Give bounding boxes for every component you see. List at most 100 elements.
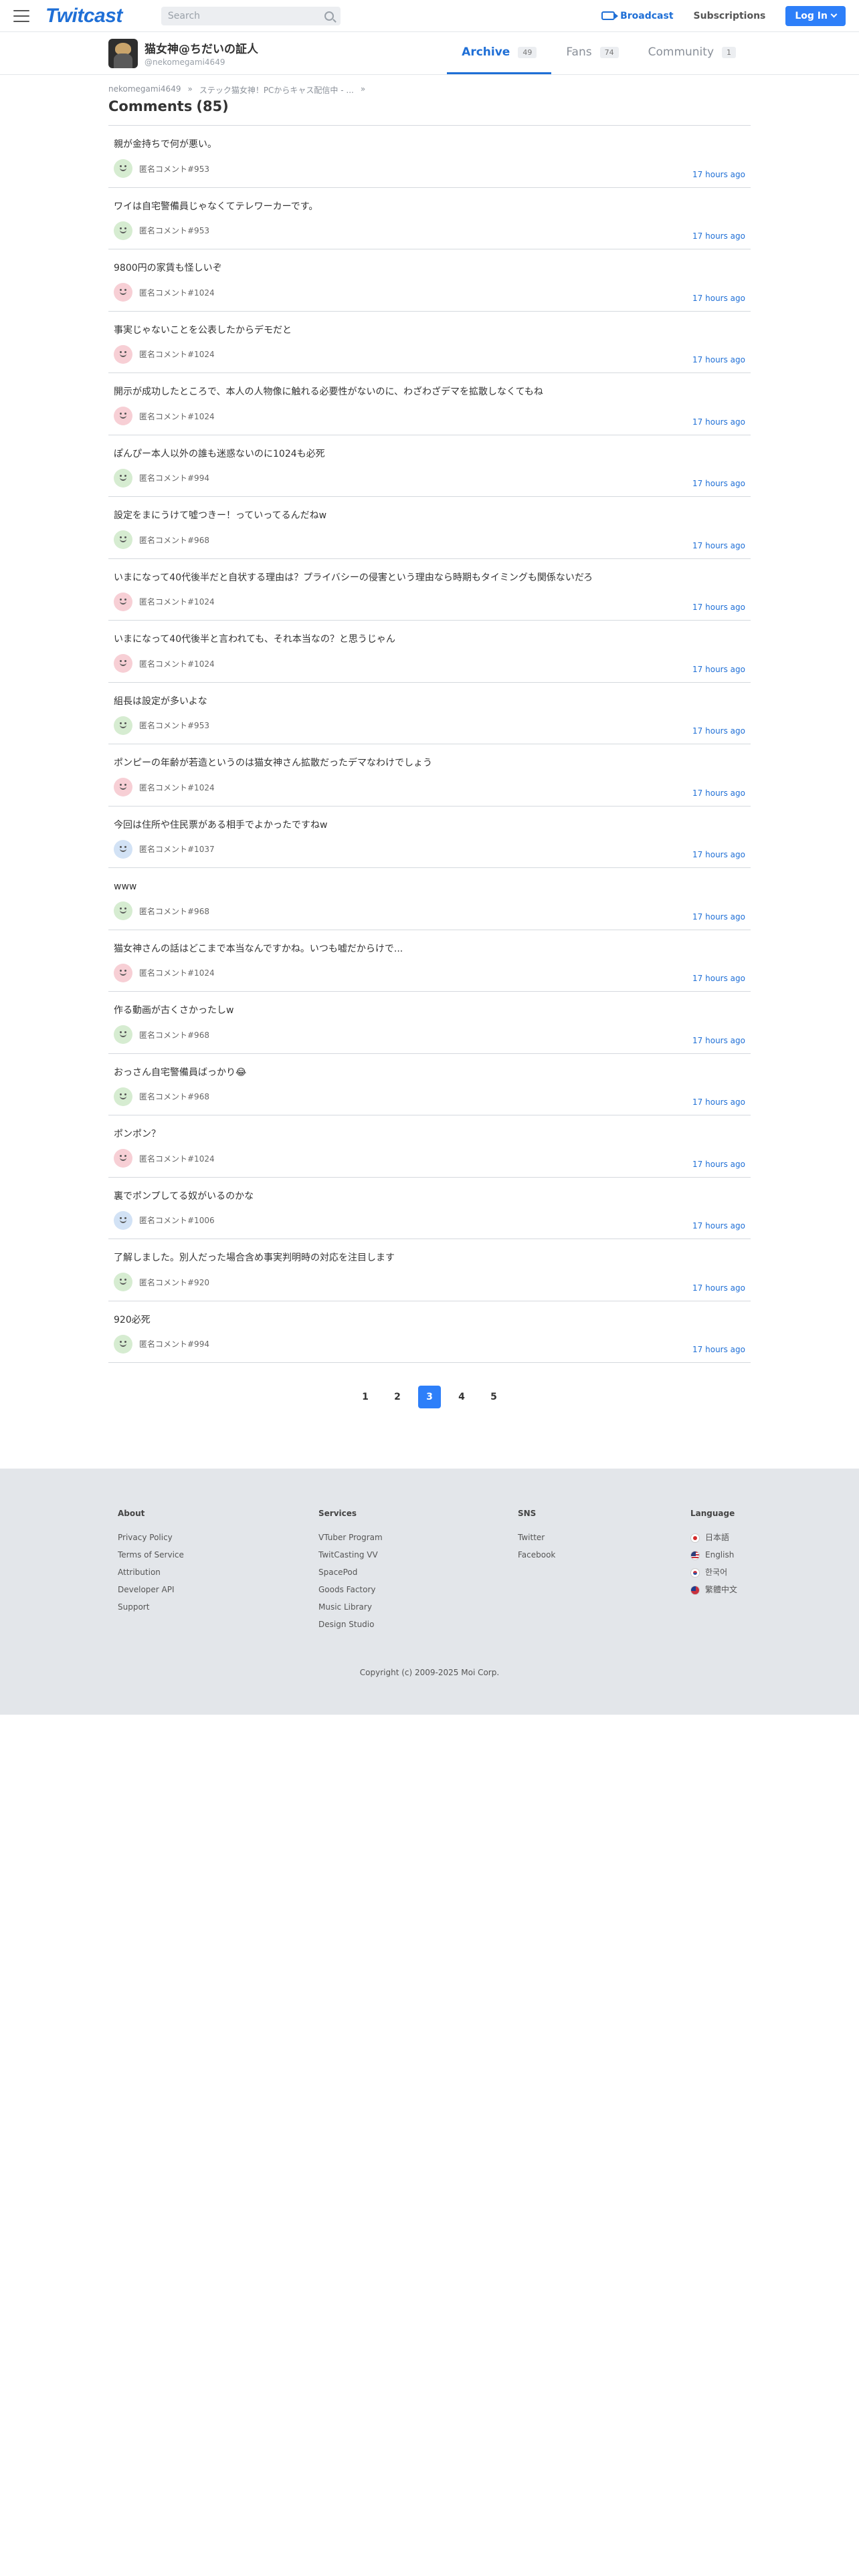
anonymous-avatar-icon[interactable] xyxy=(114,1273,132,1291)
comment-author[interactable]: 匿名コメント#953 xyxy=(139,720,209,731)
anonymous-avatar-icon[interactable] xyxy=(114,530,132,549)
footer-link[interactable]: Twitter xyxy=(518,1533,555,1543)
footer-link[interactable]: VTuber Program xyxy=(318,1533,383,1543)
comment-time[interactable]: 17 hours ago xyxy=(692,170,745,179)
user-avatar[interactable] xyxy=(108,38,138,68)
comment-time[interactable]: 17 hours ago xyxy=(692,231,745,241)
comment-author[interactable]: 匿名コメント#968 xyxy=(139,905,209,917)
anonymous-avatar-icon[interactable] xyxy=(114,407,132,425)
anonymous-avatar-icon[interactable] xyxy=(114,963,132,982)
copyright: Copyright (c) 2009-2025 Moi Corp. xyxy=(359,1668,500,1677)
anonymous-avatar-icon[interactable] xyxy=(114,1149,132,1168)
anonymous-avatar-icon[interactable] xyxy=(114,1210,132,1230)
footer-link[interactable]: Privacy Policy xyxy=(118,1533,184,1543)
comment-author[interactable]: 匿名コメント#1024 xyxy=(139,782,215,793)
comment-time[interactable]: 17 hours ago xyxy=(692,1283,745,1293)
anonymous-avatar-icon[interactable] xyxy=(114,1334,132,1354)
page-5-button[interactable]: 5 xyxy=(482,1386,505,1408)
anonymous-avatar-icon[interactable] xyxy=(114,1087,132,1106)
anonymous-avatar-icon[interactable] xyxy=(114,654,132,673)
footer-link[interactable]: TwitCasting VV xyxy=(318,1550,383,1560)
footer-link[interactable]: Developer API xyxy=(118,1585,184,1595)
footer-link[interactable]: Terms of Service xyxy=(118,1550,184,1560)
comment-author[interactable]: 匿名コメント#968 xyxy=(139,1091,209,1102)
menu-icon[interactable] xyxy=(13,9,29,22)
footer-link[interactable]: Facebook xyxy=(518,1550,555,1560)
comment-time[interactable]: 17 hours ago xyxy=(692,355,745,364)
anonymous-avatar-icon[interactable] xyxy=(114,839,132,859)
page-2-button[interactable]: 2 xyxy=(386,1386,409,1408)
tab-community[interactable]: Community 1 xyxy=(634,32,751,74)
comment-author[interactable]: 匿名コメント#1024 xyxy=(139,596,215,607)
comment-author[interactable]: 匿名コメント#994 xyxy=(139,1338,209,1350)
comment-author[interactable]: 匿名コメント#953 xyxy=(139,225,209,236)
comment-time[interactable]: 17 hours ago xyxy=(692,912,745,922)
search-input[interactable] xyxy=(167,10,324,21)
footer-link[interactable]: Design Studio xyxy=(318,1620,383,1630)
profile-name[interactable]: 猫女神@ちだいの証人 xyxy=(145,39,258,56)
comment-author[interactable]: 匿名コメント#1006 xyxy=(139,1214,215,1226)
login-button[interactable]: Log In xyxy=(785,5,846,26)
footer-link[interactable]: Attribution xyxy=(118,1568,184,1578)
anonymous-avatar-icon[interactable] xyxy=(114,1025,132,1044)
comment-author[interactable]: 匿名コメント#1024 xyxy=(139,287,215,298)
comment-time[interactable]: 17 hours ago xyxy=(692,726,745,736)
comment-author[interactable]: 匿名コメント#1024 xyxy=(139,348,215,360)
search-box[interactable] xyxy=(161,6,341,25)
comment-time[interactable]: 17 hours ago xyxy=(692,479,745,488)
comment-time[interactable]: 17 hours ago xyxy=(692,665,745,674)
breadcrumb-live[interactable]: ステック猫女神！PCからキャス配信中 - ... xyxy=(199,84,354,96)
language-option[interactable]: English xyxy=(690,1550,737,1560)
comment-author[interactable]: 匿名コメント#968 xyxy=(139,1029,209,1041)
anonymous-avatar-icon[interactable] xyxy=(114,716,132,735)
comment-time[interactable]: 17 hours ago xyxy=(692,788,745,798)
comment-time[interactable]: 17 hours ago xyxy=(692,541,745,550)
search-icon[interactable] xyxy=(324,11,334,21)
comment-time[interactable]: 17 hours ago xyxy=(692,850,745,859)
comment-author[interactable]: 匿名コメント#994 xyxy=(139,472,209,484)
language-option[interactable]: 한국어 xyxy=(690,1568,737,1578)
comment-author[interactable]: 匿名コメント#1024 xyxy=(139,658,215,669)
anonymous-avatar-icon[interactable] xyxy=(114,159,132,178)
comment-time[interactable]: 17 hours ago xyxy=(692,974,745,983)
comment-time[interactable]: 17 hours ago xyxy=(692,1345,745,1354)
broadcast-button[interactable]: Broadcast xyxy=(601,11,674,21)
anonymous-avatar-icon[interactable] xyxy=(114,468,132,488)
anonymous-avatar-icon[interactable] xyxy=(114,592,132,611)
footer-link[interactable]: SpacePod xyxy=(318,1568,383,1578)
language-option[interactable]: 繁體中文 xyxy=(690,1585,737,1595)
comment-time[interactable]: 17 hours ago xyxy=(692,1221,745,1230)
comment-author[interactable]: 匿名コメント#1024 xyxy=(139,1153,215,1164)
footer-links: VTuber Program TwitCasting VV SpacePod Good… xyxy=(318,1533,383,1630)
anonymous-avatar-icon[interactable] xyxy=(114,221,132,240)
comment-author[interactable]: 匿名コメント#1024 xyxy=(139,411,215,422)
comment-time[interactable]: 17 hours ago xyxy=(692,1097,745,1107)
comment-time[interactable]: 17 hours ago xyxy=(692,1160,745,1169)
comment-author[interactable]: 匿名コメント#1024 xyxy=(139,967,215,978)
footer-link[interactable]: Support xyxy=(118,1602,184,1612)
footer-link[interactable]: Goods Factory xyxy=(318,1585,383,1595)
breadcrumb-user[interactable]: nekomegami4649 xyxy=(108,84,181,96)
comment-time[interactable]: 17 hours ago xyxy=(692,603,745,612)
anonymous-avatar-icon[interactable] xyxy=(114,901,132,920)
comment-text: 設定をまにうけて噓つきー！っていってるんだねw xyxy=(114,510,327,521)
page-4-button[interactable]: 4 xyxy=(450,1386,473,1408)
anonymous-avatar-icon[interactable] xyxy=(114,778,132,796)
comment-time[interactable]: 17 hours ago xyxy=(692,294,745,303)
tab-archive[interactable]: Archive 49 xyxy=(447,32,552,74)
comment-author[interactable]: 匿名コメント#968 xyxy=(139,534,209,546)
anonymous-avatar-icon[interactable] xyxy=(114,344,132,364)
comment-author[interactable]: 匿名コメント#920 xyxy=(139,1277,209,1288)
comment-time[interactable]: 17 hours ago xyxy=(692,1036,745,1045)
footer-link[interactable]: Music Library xyxy=(318,1602,383,1612)
comment-time[interactable]: 17 hours ago xyxy=(692,417,745,427)
tab-fans[interactable]: Fans 74 xyxy=(551,32,633,74)
page-1-button[interactable]: 1 xyxy=(354,1386,377,1408)
comment-author[interactable]: 匿名コメント#953 xyxy=(139,163,209,175)
comment-author[interactable]: 匿名コメント#1037 xyxy=(139,843,215,855)
subscriptions-link[interactable]: Subscriptions xyxy=(694,11,766,21)
anonymous-avatar-icon[interactable] xyxy=(114,283,132,302)
site-logo[interactable]: Twitcast xyxy=(45,5,122,27)
page-3-button[interactable]: 3 xyxy=(418,1386,441,1408)
language-option[interactable]: 日本語 xyxy=(690,1533,737,1543)
